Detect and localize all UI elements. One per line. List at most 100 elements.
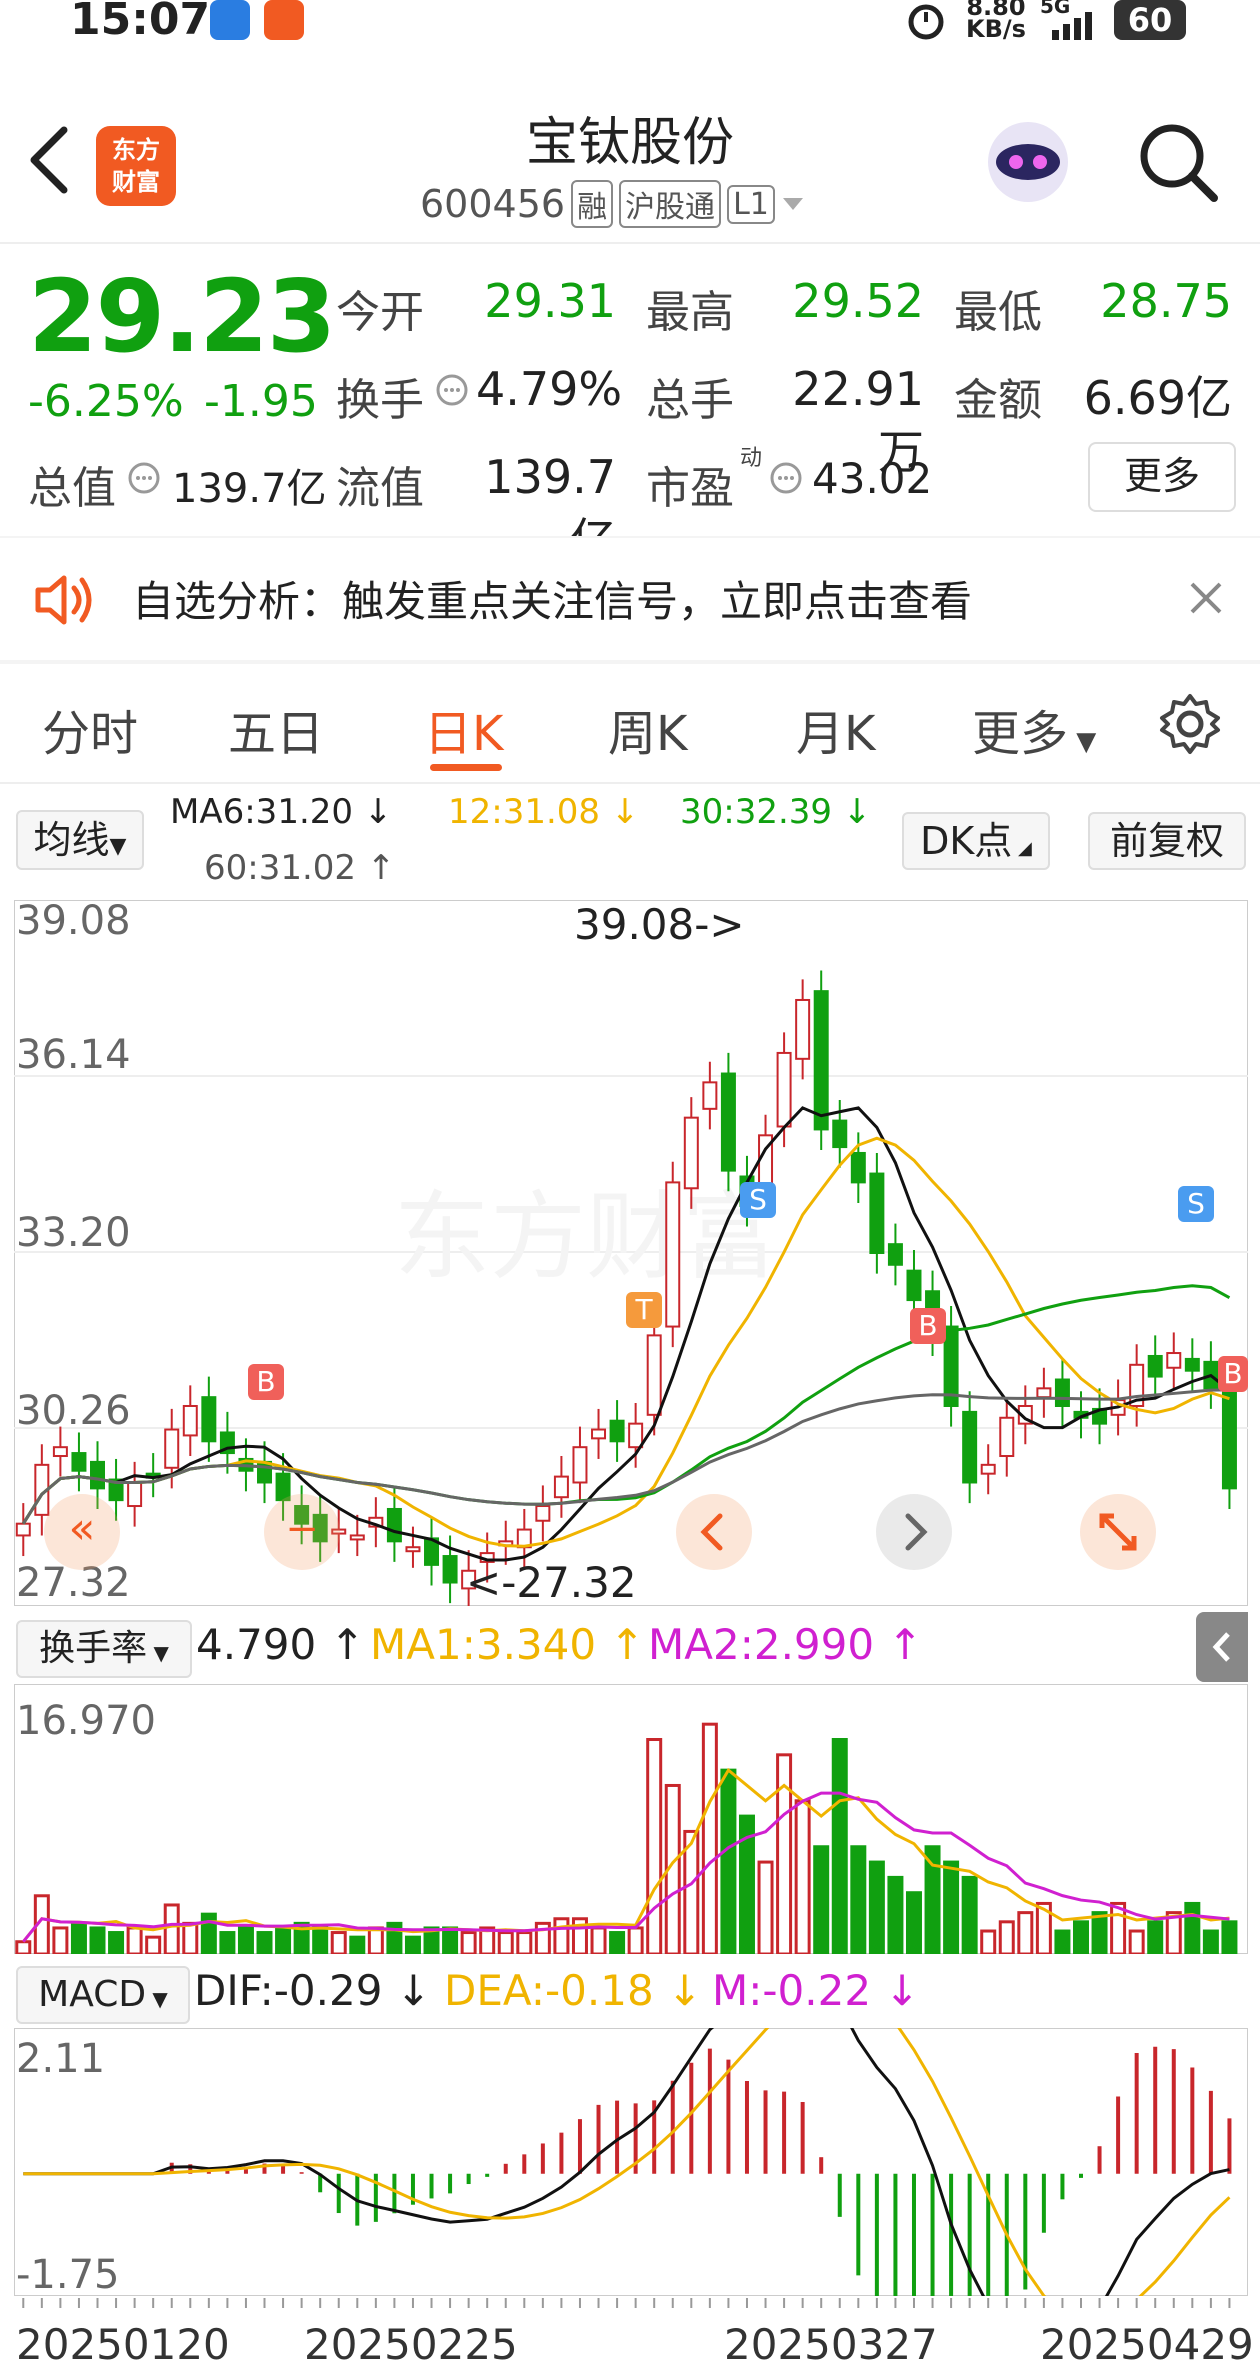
pe-label: 市盈 (646, 463, 734, 514)
candle-body (665, 1181, 681, 1328)
turnover-bar (349, 1935, 366, 1954)
turnover-bar (627, 1926, 644, 1954)
indicator-selector-turnover[interactable]: 换手率 ▼ (16, 1620, 192, 1678)
ma12-value: 12:31.08 ↓ (448, 792, 640, 832)
scroll-start-icon[interactable]: « (44, 1494, 120, 1570)
turnover-bar (70, 1921, 87, 1954)
ma-selector[interactable]: 均线▼ (16, 810, 144, 870)
divider (0, 660, 1260, 664)
tab-daily-k[interactable]: 日K (424, 694, 503, 764)
tab-monthly-k[interactable]: 月K (796, 694, 875, 764)
turnover-value: 4.790 ↑ (196, 1620, 365, 1669)
x-label: 20250225 (304, 2320, 518, 2369)
ma6-line (22, 1106, 1231, 1562)
high-label: 最高 (646, 287, 734, 338)
turnover-bar (1128, 1929, 1145, 1954)
scroll-right-icon[interactable] (876, 1494, 952, 1570)
app-notify-icon-2 (264, 0, 304, 40)
info-icon[interactable] (768, 460, 804, 500)
signal-sell-badge[interactable]: S (1178, 1186, 1214, 1222)
turnover-bar (1054, 1929, 1071, 1954)
total-cap-label: 总值 (28, 463, 116, 514)
period-tabs: 分时 五日 日K 周K 月K 更多 ▼ (0, 670, 1260, 782)
high-value: 29.52 (792, 274, 924, 328)
turnover-chart[interactable]: 16.970 (14, 1684, 1248, 1954)
macd-y-bottom: -1.75 (16, 2252, 120, 2298)
turnover-bar (497, 1931, 514, 1954)
amount-label: 金额 (954, 375, 1042, 426)
scroll-left-icon[interactable] (676, 1494, 752, 1570)
turnover-bar (145, 1935, 162, 1954)
signal-t-badge[interactable]: T (626, 1292, 662, 1328)
ma6-value: MA6:31.20 ↓ (170, 792, 393, 832)
dk-point-button[interactable]: DK点 ◢ (902, 812, 1050, 870)
candle-body (628, 1422, 644, 1449)
turnover-bar (1202, 1929, 1219, 1954)
turnover-bar (701, 1722, 718, 1954)
caret-down-icon[interactable] (781, 194, 805, 214)
robot-assistant-icon[interactable] (980, 114, 1076, 210)
low-label: 最低 (954, 287, 1042, 338)
signal-buy-badge[interactable]: B (248, 1364, 284, 1400)
more-quote-button[interactable]: 更多 (1088, 442, 1236, 512)
tab-weekly-k[interactable]: 周K (608, 694, 687, 764)
info-icon[interactable] (126, 460, 162, 500)
signal-buy-badge[interactable]: B (1218, 1356, 1248, 1392)
turnover-bar (961, 1875, 978, 1954)
change-pct: -6.25% (28, 376, 184, 427)
turnover-bar (1110, 1901, 1127, 1954)
turnover-bar (1147, 1920, 1164, 1954)
tab-more[interactable]: 更多 ▼ (972, 694, 1096, 764)
info-icon[interactable] (434, 372, 470, 412)
stock-subtitle: 600456 融 沪股通 L1 (420, 180, 805, 228)
zoom-out-icon[interactable]: − (264, 1494, 340, 1570)
candle-body (1184, 1357, 1200, 1372)
candle-body (795, 998, 811, 1060)
turnover-bar (275, 1926, 292, 1954)
turnover-bar (757, 1860, 774, 1954)
turnover-bar (52, 1926, 69, 1954)
candle-body (887, 1243, 903, 1266)
volume-label: 总手 (646, 375, 734, 426)
candle-body (850, 1151, 866, 1184)
gear-icon[interactable] (1158, 692, 1222, 760)
signal-buy-badge[interactable]: B (910, 1308, 946, 1344)
close-icon[interactable] (1186, 578, 1226, 622)
turnover-bar (905, 1891, 922, 1954)
fullscreen-icon[interactable] (1080, 1494, 1156, 1570)
macd-dea-line (23, 2028, 1231, 2296)
turnover-bar (887, 1875, 904, 1954)
candle-body (1147, 1354, 1163, 1378)
open-label: 今开 (336, 287, 424, 338)
turnover-bar (1221, 1920, 1238, 1954)
turnover-bar (868, 1860, 885, 1954)
x-axis-ticks (22, 2298, 1231, 2308)
turnover-bar (312, 1926, 329, 1954)
tab-five-day[interactable]: 五日 (228, 694, 324, 764)
signal-sell-badge[interactable]: S (740, 1182, 776, 1218)
analysis-banner[interactable]: 自选分析：触发重点关注信号，立即点击查看 (0, 538, 1260, 660)
tab-intraday[interactable]: 分时 (42, 694, 138, 764)
candle-body (164, 1428, 180, 1469)
candle-body (683, 1116, 699, 1190)
turnover-ma1: MA1:3.340 ↑ (370, 1620, 645, 1669)
candle-body (52, 1446, 68, 1458)
candle-body (535, 1505, 551, 1522)
x-label: 20250429 (1040, 2320, 1254, 2369)
turnover-bar (609, 1931, 626, 1954)
signal-icon (1040, 10, 1100, 44)
candle-body (999, 1416, 1015, 1458)
turnover-bar (460, 1931, 477, 1954)
stock-code: 600456 (420, 182, 566, 226)
adjust-button[interactable]: 前复权 (1088, 812, 1246, 870)
indicator-selector-macd[interactable]: MACD ▼ (16, 1966, 190, 2024)
kline-chart[interactable]: 东方财富 39.08 36.14 33.20 30.26 27.32 39.08… (14, 898, 1248, 1607)
candle-body (776, 1051, 792, 1128)
turnover-bar (256, 1931, 273, 1954)
macd-chart[interactable]: 2.11 -1.75 (14, 2028, 1248, 2298)
candle-body (182, 1404, 198, 1437)
collapse-panel-icon[interactable] (1196, 1612, 1248, 1682)
candle-body (1166, 1352, 1182, 1369)
search-icon[interactable] (1136, 120, 1220, 204)
status-time: 15:07 (70, 0, 211, 45)
